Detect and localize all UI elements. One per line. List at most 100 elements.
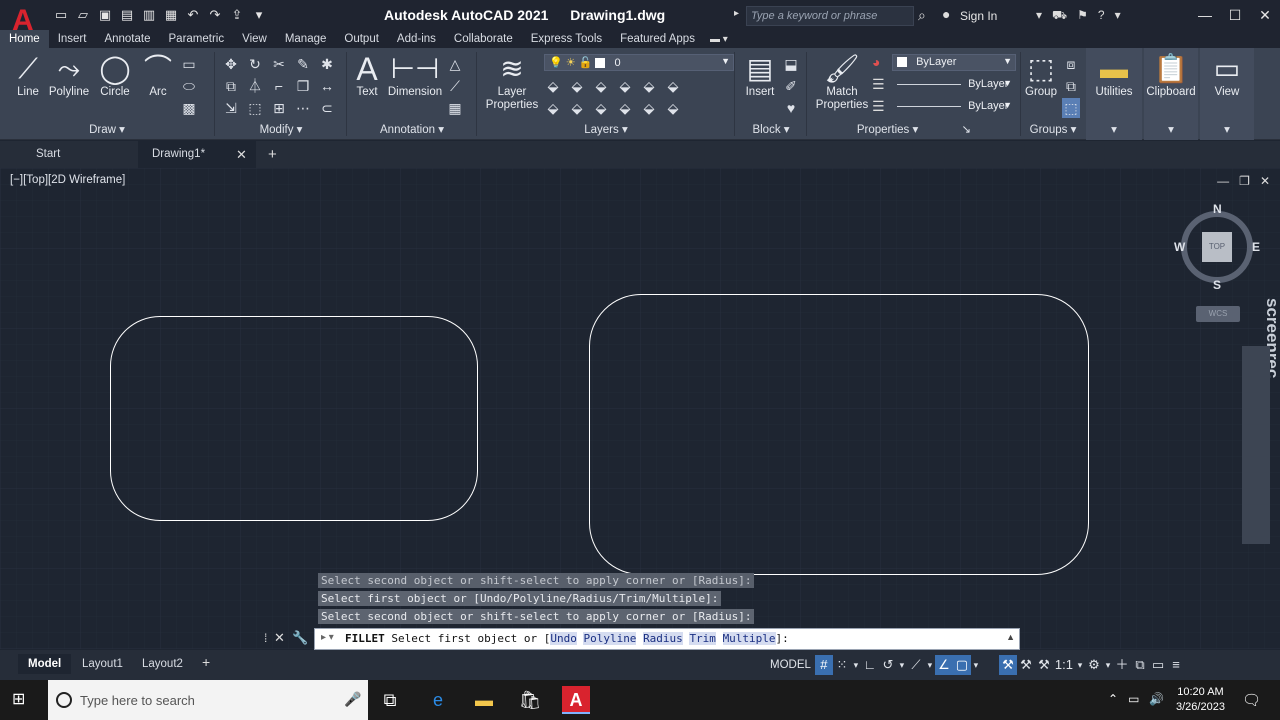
grid-toggle-icon[interactable]: # bbox=[814, 655, 833, 675]
layer-tool-5-icon[interactable]: ⬙ bbox=[640, 76, 658, 96]
osnap-dropdown-icon[interactable]: ▾ bbox=[971, 655, 981, 675]
group-selection-icon[interactable]: ⬚ bbox=[1062, 98, 1080, 118]
multileader-icon[interactable]: ⟋ bbox=[446, 76, 464, 96]
explode-icon[interactable]: ✱ bbox=[318, 54, 336, 74]
maximize-icon[interactable]: ☐ bbox=[1220, 0, 1250, 30]
tab-insert[interactable]: Insert bbox=[49, 30, 96, 48]
utilities-panel[interactable]: ▬ Utilities ▾ bbox=[1086, 48, 1142, 140]
taskbar-clock[interactable]: 10:20 AM 3/26/2023 bbox=[1176, 685, 1225, 715]
sign-in-button[interactable]: Sign In bbox=[960, 9, 997, 23]
edge-icon[interactable]: e bbox=[424, 686, 452, 714]
user-icon[interactable]: ● bbox=[942, 6, 950, 22]
qat-dropdown-icon[interactable]: ▾ bbox=[250, 6, 268, 24]
compass-south[interactable]: S bbox=[1213, 278, 1221, 292]
file-explorer-icon[interactable]: ▬ bbox=[470, 686, 498, 714]
polyline-tool[interactable]: ⤳ Polyline bbox=[46, 52, 92, 99]
layer-tool-2-icon[interactable]: ⬙ bbox=[568, 76, 586, 96]
help-icon[interactable]: ? bbox=[1098, 8, 1105, 24]
save-as-icon[interactable]: ▤ bbox=[118, 6, 136, 24]
polar-tracking-icon[interactable]: ↺ bbox=[879, 655, 897, 675]
tab-model[interactable]: Model bbox=[18, 654, 72, 674]
customize-wrench-icon[interactable]: 🔧 bbox=[292, 630, 308, 646]
object-snap-tracking-icon[interactable]: ∠ bbox=[934, 655, 953, 675]
new-file-icon[interactable]: ▭ bbox=[52, 6, 70, 24]
move-icon[interactable]: ✥ bbox=[222, 54, 240, 74]
layer-tool-8-icon[interactable]: ⬙ bbox=[568, 98, 586, 118]
task-view-icon[interactable]: ⧉ bbox=[376, 686, 404, 714]
option-radius[interactable]: Radius bbox=[643, 632, 683, 645]
history-toggle-icon[interactable]: ▲ bbox=[1006, 632, 1015, 642]
cube-top-face[interactable]: TOP bbox=[1202, 232, 1232, 262]
save-icon[interactable]: ▣ bbox=[96, 6, 114, 24]
workspace-dropdown-icon[interactable]: ▾ bbox=[1103, 655, 1113, 675]
search-expand-icon[interactable]: ▸ bbox=[734, 8, 739, 19]
layer-tool-12-icon[interactable]: ⬙ bbox=[664, 98, 682, 118]
linetype-dropdown[interactable]: ByLayer ▼ bbox=[892, 76, 1016, 93]
edit-block-icon[interactable]: ✐ bbox=[782, 76, 800, 96]
save-web-icon[interactable]: ▥ bbox=[140, 6, 158, 24]
tab-start[interactable]: Start bbox=[22, 141, 74, 168]
microphone-icon[interactable]: 🎤 bbox=[344, 691, 361, 708]
attribute-icon[interactable]: ♥ bbox=[782, 98, 800, 118]
ungroup-icon[interactable]: ⧈ bbox=[1062, 54, 1080, 74]
snap-dropdown-icon[interactable]: ▾ bbox=[851, 655, 861, 675]
layer-tool-4-icon[interactable]: ⬙ bbox=[616, 76, 634, 96]
layer-tool-1-icon[interactable]: ⬙ bbox=[544, 76, 562, 96]
table-icon[interactable]: ▦ bbox=[446, 98, 464, 118]
annotation-panel-title[interactable]: Annotation ▾ bbox=[348, 122, 476, 136]
hatch-icon[interactable]: ▩ bbox=[180, 98, 198, 118]
tab-featured-apps[interactable]: Featured Apps bbox=[611, 30, 704, 48]
rounded-rectangle-right[interactable] bbox=[589, 294, 1089, 575]
mirror-icon[interactable]: ⏃ bbox=[246, 76, 264, 96]
tab-manage[interactable]: Manage bbox=[276, 30, 336, 48]
close-icon[interactable]: ✕ bbox=[1250, 0, 1280, 30]
help-search-input[interactable]: Type a keyword or phrase bbox=[746, 6, 914, 26]
ortho-icon[interactable]: ∟ bbox=[861, 655, 879, 675]
clipboard-tool[interactable]: 📋 Clipboard bbox=[1144, 52, 1198, 99]
lineweight-dropdown[interactable]: ByLayer ▼ bbox=[892, 98, 1016, 115]
isometric-dropdown-icon[interactable]: ▾ bbox=[925, 655, 935, 675]
viewport-controls-label[interactable]: [−][Top][2D Wireframe] bbox=[10, 174, 125, 186]
layer-properties-tool[interactable]: ≋ Layer Properties bbox=[482, 52, 542, 112]
model-space-button[interactable]: MODEL bbox=[766, 655, 815, 675]
line-tool[interactable]: ⟋ Line bbox=[10, 52, 46, 99]
tab-layout1[interactable]: Layout1 bbox=[72, 654, 133, 674]
break-icon[interactable]: ⋯ bbox=[294, 98, 312, 118]
close-tab-icon[interactable]: ✕ bbox=[236, 147, 247, 163]
properties-panel-title[interactable]: Properties ▾ ↘ bbox=[808, 122, 1020, 136]
compass-west[interactable]: W bbox=[1174, 240, 1185, 254]
layer-tool-10-icon[interactable]: ⬙ bbox=[616, 98, 634, 118]
option-undo[interactable]: Undo bbox=[550, 632, 577, 645]
tab-express-tools[interactable]: Express Tools bbox=[522, 30, 611, 48]
option-multiple[interactable]: Multiple bbox=[722, 632, 776, 645]
fillet-icon[interactable]: ⌐ bbox=[270, 76, 288, 96]
close-command-line-icon[interactable]: ✕ bbox=[274, 630, 285, 646]
exchange-icon[interactable]: ⚑ bbox=[1077, 8, 1088, 24]
lengthen-icon[interactable]: ↔ bbox=[318, 76, 336, 96]
workspace-gear-icon[interactable]: ⚙ bbox=[1085, 655, 1103, 675]
annotation-scale-icon[interactable]: ⚒ bbox=[1035, 655, 1053, 675]
rounded-rectangle-left[interactable] bbox=[110, 316, 478, 521]
command-search-icon[interactable]: ▸ ▾ bbox=[321, 632, 334, 643]
cart-icon[interactable]: ⛟ bbox=[1052, 8, 1067, 24]
help-dropdown-icon[interactable]: ▾ bbox=[1115, 8, 1121, 24]
scale-icon[interactable]: ⬚ bbox=[246, 98, 264, 118]
add-layout-icon[interactable]: + bbox=[202, 654, 210, 670]
open-folder-icon[interactable]: ▱ bbox=[74, 6, 92, 24]
viewport-minimize-icon[interactable]: — bbox=[1217, 174, 1229, 188]
annotation-scale-value[interactable]: 1:1 bbox=[1053, 655, 1075, 675]
clipboard-panel[interactable]: 📋 Clipboard ▾ bbox=[1144, 48, 1198, 140]
erase-icon[interactable]: ✎ bbox=[294, 54, 312, 74]
layer-tool-6-icon[interactable]: ⬙ bbox=[664, 76, 682, 96]
scale-dropdown-icon[interactable]: ▾ bbox=[1075, 655, 1085, 675]
leader-icon[interactable]: △ bbox=[446, 54, 464, 74]
sign-in-dropdown-icon[interactable]: ▾ bbox=[1036, 8, 1042, 24]
join-icon[interactable]: ⊂ bbox=[318, 98, 336, 118]
tray-expand-icon[interactable]: ⌃ bbox=[1108, 692, 1118, 706]
layer-dropdown[interactable]: 💡 ☀ 🔓 0 ▼ bbox=[544, 54, 734, 71]
layers-panel-title[interactable]: Layers ▾ bbox=[478, 122, 734, 136]
autocad-taskbar-icon[interactable]: A bbox=[562, 686, 590, 714]
option-polyline[interactable]: Polyline bbox=[583, 632, 637, 645]
store-icon[interactable]: 🛍 bbox=[516, 686, 544, 714]
drag-handle-icon[interactable]: ⁞ bbox=[264, 631, 267, 645]
